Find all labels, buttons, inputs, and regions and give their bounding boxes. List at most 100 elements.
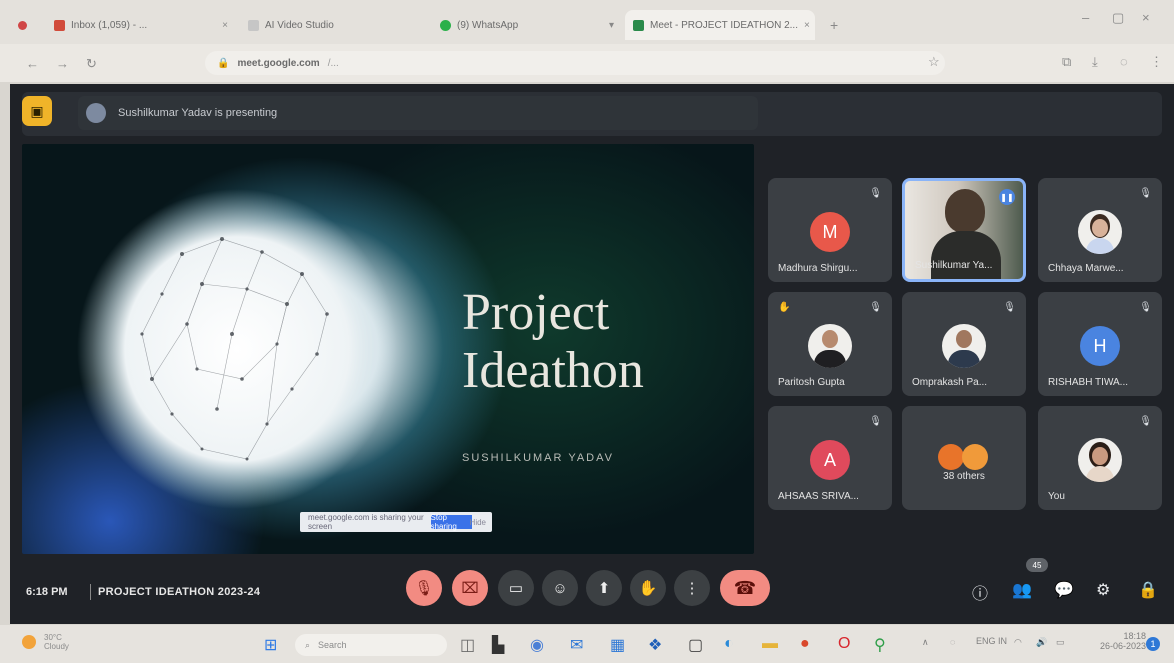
participant-tile[interactable]: 🎙 M Madhura Shirgu...: [768, 178, 892, 282]
close-icon[interactable]: ×: [804, 20, 810, 31]
avatar: A: [810, 440, 850, 480]
new-tab-button[interactable]: +: [822, 10, 842, 40]
participant-tile[interactable]: ✋ 🎙 Paritosh Gupta: [768, 292, 892, 396]
ai-studio-icon: [248, 19, 259, 31]
people-count-badge: 45: [1026, 558, 1048, 572]
language-indicator[interactable]: ENG IN: [976, 637, 1007, 646]
mic-off-icon: 🎙: [869, 302, 882, 313]
tray-chevron-icon[interactable]: ∧: [922, 637, 929, 648]
stop-sharing-button[interactable]: Stop sharing: [430, 513, 472, 531]
participant-tile-active-speaker[interactable]: ❚❚ Sushilkumar Ya...: [902, 178, 1026, 282]
app-icon[interactable]: ▢: [688, 635, 703, 655]
raise-hand-button[interactable]: ✋: [630, 570, 666, 606]
system-date: 26-06-2023: [1100, 641, 1147, 651]
self-tile[interactable]: 🎙 You: [1038, 406, 1162, 510]
search-icon: ⌕: [305, 639, 311, 650]
avatar: H: [1080, 326, 1120, 366]
close-icon[interactable]: ×: [222, 20, 228, 31]
presentation-icon[interactable]: ▣: [22, 96, 52, 126]
present-button[interactable]: ⬆: [586, 570, 622, 606]
mail-icon[interactable]: ✉: [570, 635, 583, 655]
reactions-button[interactable]: ☺: [542, 570, 578, 606]
browser-menu-icon[interactable]: [10, 10, 30, 40]
tab-gmail[interactable]: Inbox (1,059) - ... ×: [46, 10, 236, 40]
participant-tile[interactable]: 🎙 A AHSAAS SRIVA...: [768, 406, 892, 510]
battery-icon[interactable]: ▭: [1056, 637, 1065, 648]
avatar-photo: [808, 324, 852, 368]
opera-icon[interactable]: O: [838, 635, 850, 653]
avatar: M: [810, 212, 850, 252]
close-window-icon[interactable]: ×: [1142, 10, 1150, 25]
taskbar-search[interactable]: ⌕ Search: [295, 634, 447, 656]
profile-icon[interactable]: ◌: [1120, 54, 1128, 69]
weather-temp: 30°C: [44, 633, 62, 642]
camera-toggle-button[interactable]: ⌧: [452, 570, 488, 606]
more-vert-icon: ⋮: [684, 580, 700, 597]
speaking-indicator-icon: ❚❚: [999, 189, 1015, 205]
leave-call-button[interactable]: ☎: [720, 570, 770, 606]
meeting-title: PROJECT IDEATHON 2023-24: [98, 586, 261, 598]
participant-tile[interactable]: 🎙 Chhaya Marwe...: [1038, 178, 1162, 282]
notification-icon[interactable]: 1: [1146, 637, 1160, 651]
info-icon[interactable]: ⓘ: [972, 580, 988, 604]
participant-name: Madhura Shirgu...: [778, 263, 858, 274]
reload-icon[interactable]: ↻: [86, 56, 97, 72]
weather-desc: Cloudy: [44, 642, 69, 651]
activities-icon[interactable]: ⚙: [1096, 580, 1110, 600]
participant-tile[interactable]: 🎙 Omprakash Pa...: [902, 292, 1026, 396]
chat-icon[interactable]: 💬: [1054, 580, 1074, 600]
close-icon[interactable]: ▾: [609, 20, 614, 31]
tab-ai-studio[interactable]: AI Video Studio: [240, 10, 420, 40]
tab-whatsapp[interactable]: (9) WhatsApp ▾: [432, 10, 622, 40]
slide-title-line2: Ideathon: [462, 342, 644, 399]
back-icon[interactable]: ←: [26, 56, 39, 71]
store-icon[interactable]: ▦: [610, 635, 625, 655]
more-options-button[interactable]: ⋮: [674, 570, 710, 606]
avatar-photo: [1078, 210, 1122, 254]
presenting-chip[interactable]: Sushilkumar Yadav is presenting: [78, 96, 758, 130]
meet-icon: [633, 19, 644, 31]
address-bar[interactable]: 🔒 meet.google.com /...: [205, 51, 945, 75]
hide-button[interactable]: Hide: [470, 518, 486, 527]
others-tile[interactable]: 38 others: [902, 406, 1026, 510]
minimize-icon[interactable]: –: [1082, 10, 1089, 25]
browser-tabbar: Inbox (1,059) - ... × AI Video Studio (9…: [0, 0, 1174, 44]
weather-widget[interactable]: 30°C Cloudy: [22, 633, 69, 651]
participant-name: You: [1048, 491, 1065, 502]
app-icon[interactable]: ●: [800, 635, 810, 653]
host-controls-icon[interactable]: 🔒: [1138, 580, 1158, 600]
chat-app-icon[interactable]: ◉: [530, 635, 544, 655]
tray-icon[interactable]: ◌: [950, 637, 955, 647]
mic-toggle-button[interactable]: 🎙: [406, 570, 442, 606]
tab-label: AI Video Studio: [265, 19, 334, 31]
file-explorer-icon[interactable]: ▬: [762, 635, 778, 653]
participant-tile[interactable]: 🎙 H RISHABH TIWA...: [1038, 292, 1162, 396]
dropbox-icon[interactable]: ❖: [648, 635, 662, 655]
system-clock[interactable]: 18:18 26-06-2023: [1100, 631, 1146, 651]
people-icon[interactable]: 👥: [1012, 580, 1032, 600]
download-icon[interactable]: ⤓: [1092, 54, 1098, 70]
participant-name: Paritosh Gupta: [778, 377, 845, 388]
app-icon[interactable]: ⚲: [874, 635, 886, 655]
edge-icon[interactable]: ◐: [724, 635, 734, 653]
start-windows-icon[interactable]: ⊞: [264, 635, 277, 655]
captions-button[interactable]: ▭: [498, 570, 534, 606]
avatar: [938, 444, 964, 470]
wifi-icon[interactable]: ◠: [1014, 637, 1022, 648]
forward-icon[interactable]: →: [56, 56, 69, 71]
task-view-icon[interactable]: ◫: [460, 635, 475, 655]
person-head: [945, 189, 985, 233]
volume-icon[interactable]: 🔊: [1036, 637, 1047, 648]
app-icon[interactable]: ▙: [492, 635, 504, 655]
maximize-icon[interactable]: ▢: [1112, 10, 1124, 26]
screen: { "browser": { "tabs": [ {"label": "Inbo…: [0, 0, 1174, 663]
mic-off-icon: 🎙: [414, 580, 434, 597]
bookmark-star-icon[interactable]: ☆: [928, 54, 940, 70]
avatar: [86, 103, 106, 123]
participant-name: Chhaya Marwe...: [1048, 263, 1124, 274]
extensions-icon[interactable]: ⧉: [1062, 54, 1071, 70]
tab-meet[interactable]: Meet - PROJECT IDEATHON 2... ×: [625, 10, 815, 40]
mic-off-icon: 🎙: [869, 416, 882, 427]
mic-off-icon: 🎙: [1139, 416, 1152, 427]
browser-menu-dots-icon[interactable]: ⋮: [1150, 54, 1163, 70]
